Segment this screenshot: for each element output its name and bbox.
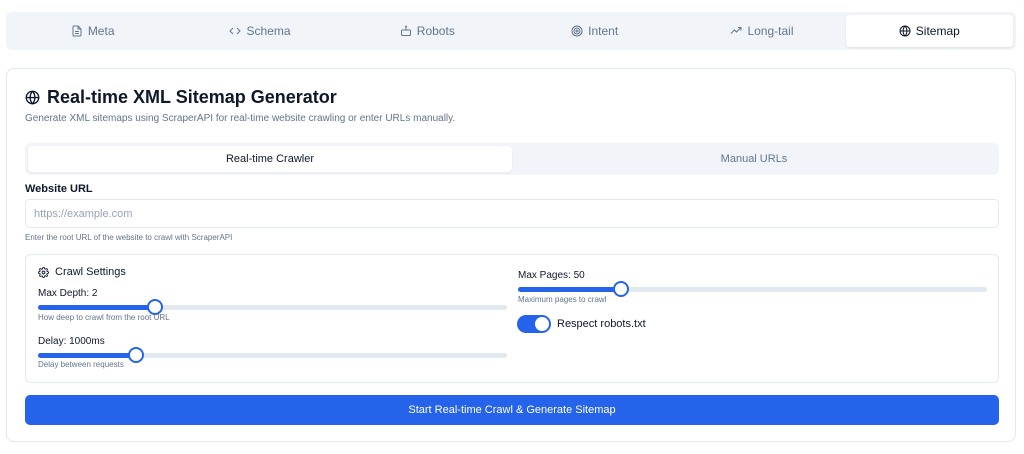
website-url-hint: Enter the root URL of the website to cra… [25, 233, 233, 242]
document-icon [72, 25, 82, 37]
max-depth-fill [38, 305, 156, 310]
sitemap-card: Real-time XML Sitemap Generator Generate… [6, 68, 1016, 442]
tab-meta[interactable]: Meta [9, 15, 176, 47]
crawl-settings-panel: Crawl Settings Max Depth: 2 How deep to … [25, 254, 999, 383]
max-pages-slider[interactable] [518, 281, 987, 297]
tab-robots[interactable]: Robots [344, 15, 511, 47]
delay-fill [38, 353, 137, 358]
start-crawl-button[interactable]: Start Real-time Crawl & Generate Sitemap [25, 395, 999, 425]
max-pages-help: Maximum pages to crawl [518, 295, 607, 304]
tab-label: Intent [588, 24, 619, 38]
title-text: Real-time XML Sitemap Generator [47, 87, 337, 107]
crawl-settings-header: Crawl Settings [38, 266, 126, 278]
bot-icon [400, 25, 411, 36]
page-title: Real-time XML Sitemap Generator [25, 87, 337, 108]
max-depth-label: Max Depth: 2 [38, 288, 98, 299]
tab-label: Sitemap [915, 24, 960, 38]
code-icon [229, 27, 242, 35]
trending-icon [731, 27, 742, 34]
gear-icon [38, 266, 49, 278]
toggle-knob [535, 317, 549, 331]
delay-thumb[interactable] [128, 347, 145, 363]
max-pages-thumb[interactable] [613, 281, 630, 297]
delay-slider[interactable] [38, 347, 507, 363]
max-pages-fill [518, 287, 622, 292]
max-depth-slider[interactable] [38, 299, 507, 315]
delay-label: Delay: 1000ms [38, 336, 105, 347]
tab-label: Meta [87, 24, 115, 38]
tab-label: Robots [416, 24, 455, 38]
tab-schema[interactable]: Schema [176, 15, 343, 47]
tab-realtime-crawler[interactable]: Real-time Crawler [28, 146, 512, 172]
max-depth-help: How deep to crawl from the root URL [38, 313, 170, 322]
tab-intent[interactable]: Intent [511, 15, 678, 47]
delay-help: Delay between requests [38, 360, 124, 369]
website-url-label: Website URL [25, 183, 93, 195]
tab-sitemap[interactable]: Sitemap [845, 15, 1013, 47]
respect-robots-label: Respect robots.txt [557, 318, 646, 330]
mode-tabs: Real-time Crawler Manual URLs [25, 143, 999, 175]
globe-icon [899, 25, 911, 37]
tab-label: Schema [246, 24, 291, 38]
respect-robots-toggle[interactable] [517, 315, 551, 333]
tab-label: Long-tail [747, 24, 794, 38]
max-pages-label: Max Pages: 50 [518, 270, 585, 281]
tab-manual-urls[interactable]: Manual URLs [512, 146, 996, 172]
target-icon [571, 25, 583, 37]
page-subtitle: Generate XML sitemaps using ScraperAPI f… [25, 113, 456, 124]
website-url-input[interactable] [25, 199, 999, 228]
crawl-settings-title: Crawl Settings [55, 266, 126, 278]
tool-tabs: Meta Schema Robots Intent Long-tail Site… [6, 12, 1016, 50]
tab-long-tail[interactable]: Long-tail [678, 15, 845, 47]
globe-icon [25, 90, 40, 105]
